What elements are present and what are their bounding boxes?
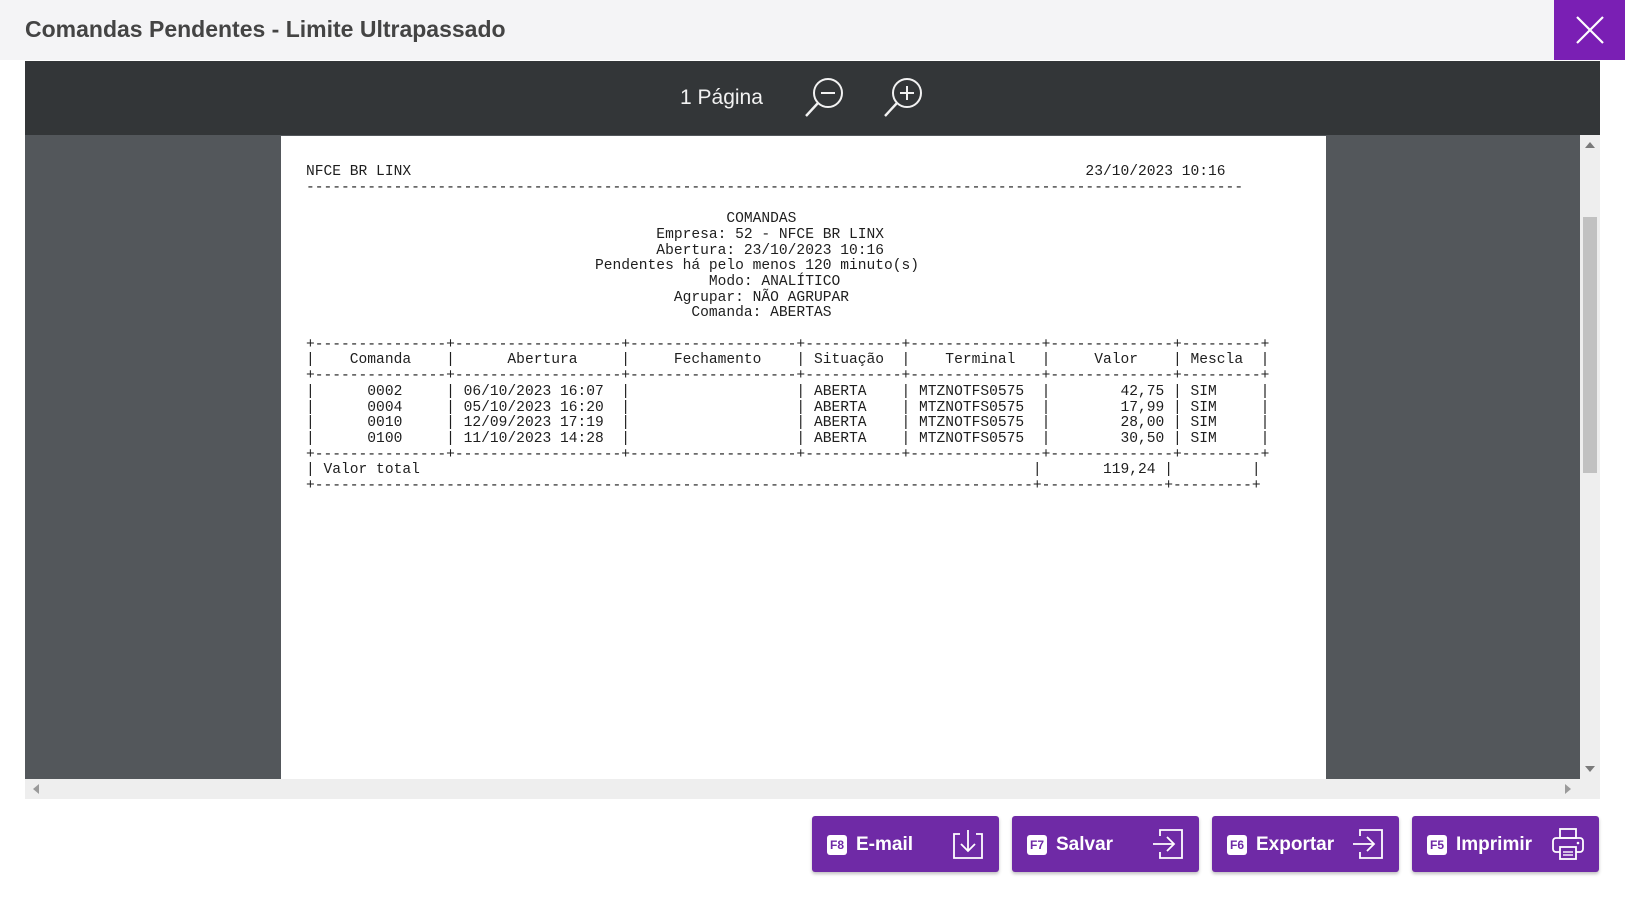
- report-line: Modo: ANALÍTICO: [306, 273, 841, 290]
- scroll-right-arrow-icon[interactable]: [1565, 784, 1571, 794]
- imprimir-button-label: Imprimir: [1456, 834, 1533, 855]
- close-button[interactable]: [1554, 0, 1625, 60]
- report-line: Empresa: 52 - NFCE BR LINX: [306, 226, 885, 243]
- report-line: Abertura: 23/10/2023 10:16: [306, 242, 885, 259]
- dialog-title: Comandas Pendentes - Limite Ultrapassado: [25, 16, 506, 42]
- report-line: +---------------------------------------…: [306, 478, 1261, 495]
- close-icon: [1575, 16, 1604, 44]
- report-line: NFCE BR LINX 23/10/2023 10:16: [306, 164, 1226, 180]
- report-line: | 0002 | 06/10/2023 16:07 | | ABERTA | M…: [306, 383, 1270, 400]
- download-icon: [953, 830, 983, 859]
- email-button[interactable]: F8 E-mail: [812, 816, 999, 872]
- zoom-out-button[interactable]: [803, 76, 847, 120]
- f5-key-badge: F5: [1427, 835, 1447, 855]
- report-line: COMANDAS: [306, 211, 797, 228]
- page-count: 1 Página: [680, 86, 763, 109]
- report-line: | Comanda | Abertura | Fechamento | Situ…: [306, 352, 1270, 369]
- exportar-button[interactable]: F6 Exportar: [1212, 816, 1399, 872]
- imprimir-button[interactable]: F5 Imprimir: [1412, 816, 1599, 872]
- enter-icon: [1153, 829, 1183, 859]
- report-page: NFCE BR LINX 23/10/2023 10:16 ----------…: [281, 136, 1326, 779]
- zoom-out-icon: [805, 78, 843, 117]
- export-icon: [1353, 829, 1383, 859]
- f6-key-badge: F6: [1227, 835, 1247, 855]
- zoom-in-icon: [884, 78, 922, 117]
- email-button-label: E-mail: [856, 834, 914, 855]
- report-line: Pendentes há pelo menos 120 minuto(s): [306, 258, 920, 275]
- dialog-titlebar: Comandas Pendentes - Limite Ultrapassado: [0, 0, 1625, 60]
- report-text: NFCE BR LINX 23/10/2023 10:16 ----------…: [306, 164, 1270, 495]
- scroll-down-arrow-icon[interactable]: [1585, 766, 1595, 772]
- report-line: | 0004 | 05/10/2023 16:20 | | ABERTA | M…: [306, 399, 1270, 416]
- f7-key-badge: F7: [1027, 835, 1047, 855]
- report-line: +---------------+-------------------+---…: [306, 446, 1270, 463]
- vertical-scrollbar[interactable]: [1580, 135, 1600, 779]
- report-viewer: 1 Página NFCE BR LINX 23/10/2023 10:16 -…: [25, 61, 1600, 799]
- f8-key-badge: F8: [827, 835, 847, 855]
- scroll-up-arrow-icon[interactable]: [1585, 142, 1595, 148]
- horizontal-scrollbar[interactable]: [25, 779, 1600, 799]
- report-line: Comanda: ABERTAS: [306, 305, 832, 322]
- report-line: ----------------------------------------…: [306, 179, 1244, 196]
- zoom-in-button[interactable]: [882, 76, 926, 120]
- salvar-button[interactable]: F7 Salvar: [1012, 816, 1199, 872]
- report-line: +---------------+-------------------+---…: [306, 368, 1270, 385]
- report-line: | Valor total | 119,24 | |: [306, 462, 1261, 479]
- printer-icon: [1552, 828, 1584, 860]
- report-line: Agrupar: NÃO AGRUPAR: [306, 289, 849, 306]
- report-line: +---------------+-------------------+---…: [306, 336, 1270, 353]
- report-line: | 0100 | 11/10/2023 14:28 | | ABERTA | M…: [306, 430, 1270, 447]
- salvar-button-label: Salvar: [1056, 834, 1114, 855]
- scroll-left-arrow-icon[interactable]: [33, 784, 39, 794]
- report-line: | 0010 | 12/09/2023 17:19 | | ABERTA | M…: [306, 415, 1270, 432]
- viewer-toolbar: 1 Página: [25, 61, 1600, 135]
- exportar-button-label: Exportar: [1256, 834, 1335, 855]
- vertical-scroll-thumb[interactable]: [1583, 217, 1597, 473]
